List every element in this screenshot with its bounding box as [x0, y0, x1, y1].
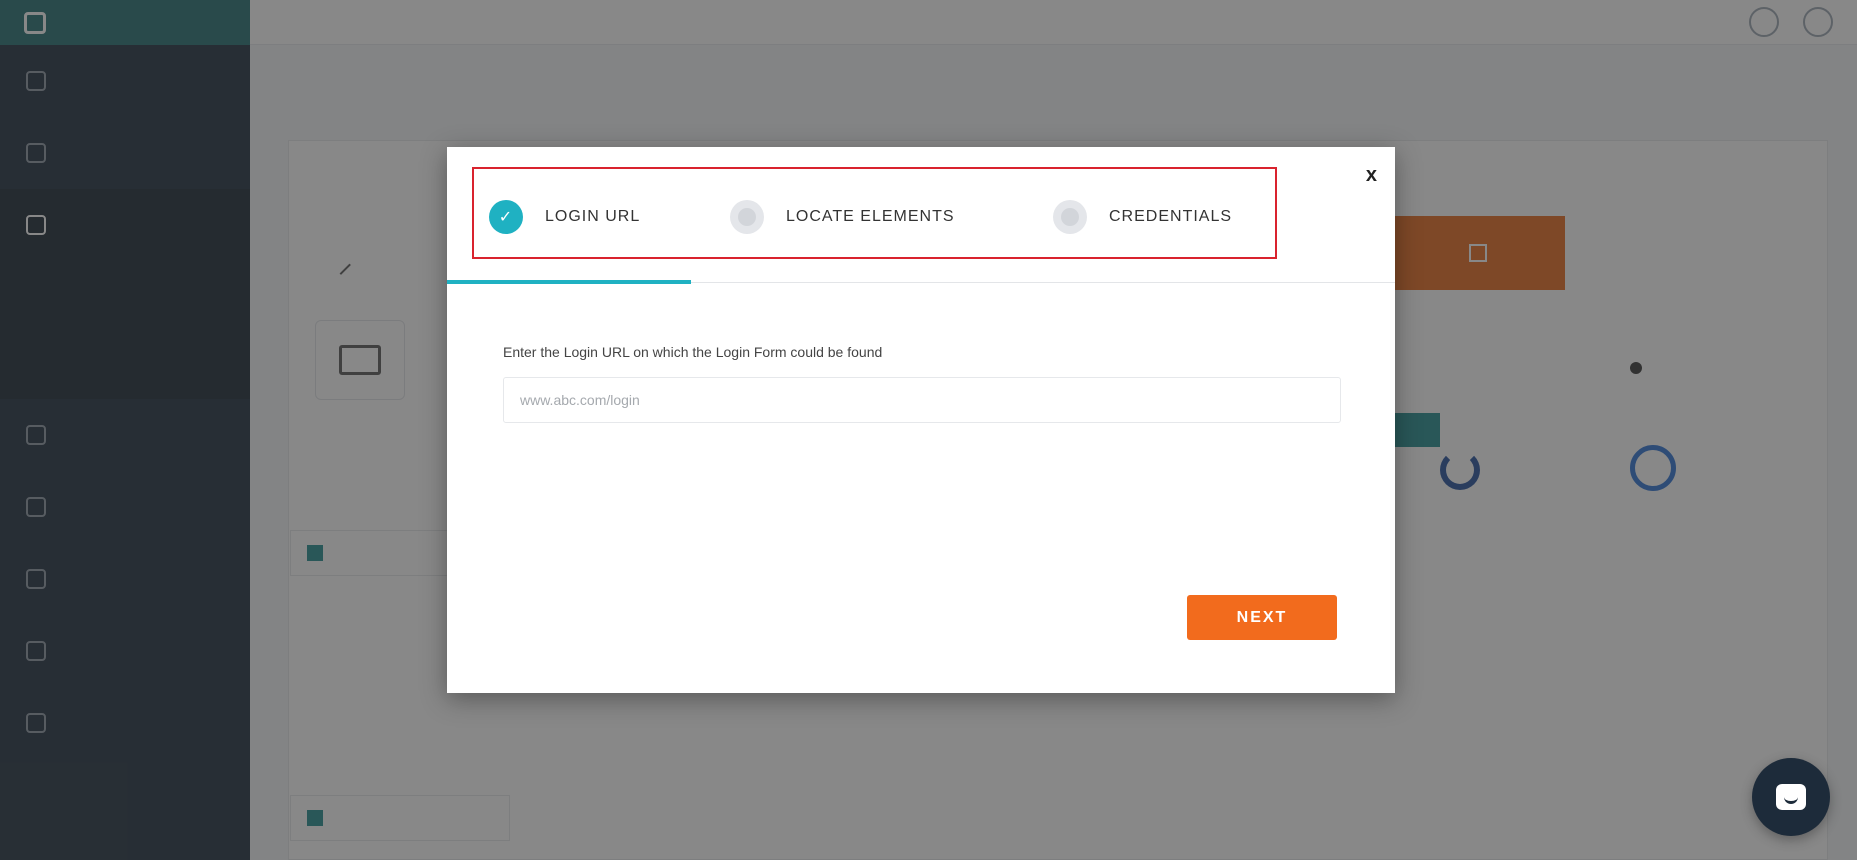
close-icon[interactable]: x	[1366, 165, 1377, 185]
step-pending-icon	[1053, 200, 1087, 234]
step-credentials[interactable]: CREDENTIALS	[1053, 200, 1232, 234]
next-button[interactable]: NEXT	[1187, 595, 1337, 640]
step-login-url[interactable]: ✓ LOGIN URL	[489, 200, 640, 234]
chat-launcher-button[interactable]	[1752, 758, 1830, 836]
chat-icon	[1776, 784, 1806, 810]
step-label: CREDENTIALS	[1109, 208, 1233, 225]
login-url-label: Enter the Login URL on which the Login F…	[503, 344, 883, 360]
step-pending-icon	[730, 200, 764, 234]
step-locate-elements[interactable]: LOCATE ELEMENTS	[730, 200, 955, 234]
login-setup-modal: x ✓ LOGIN URL LOCATE ELEMENTS CREDENTIAL…	[447, 147, 1395, 693]
step-progress-indicator	[447, 280, 691, 284]
step-label: LOCATE ELEMENTS	[786, 208, 955, 225]
check-icon: ✓	[489, 200, 523, 234]
step-label: LOGIN URL	[545, 208, 641, 225]
login-url-input[interactable]	[503, 377, 1341, 423]
